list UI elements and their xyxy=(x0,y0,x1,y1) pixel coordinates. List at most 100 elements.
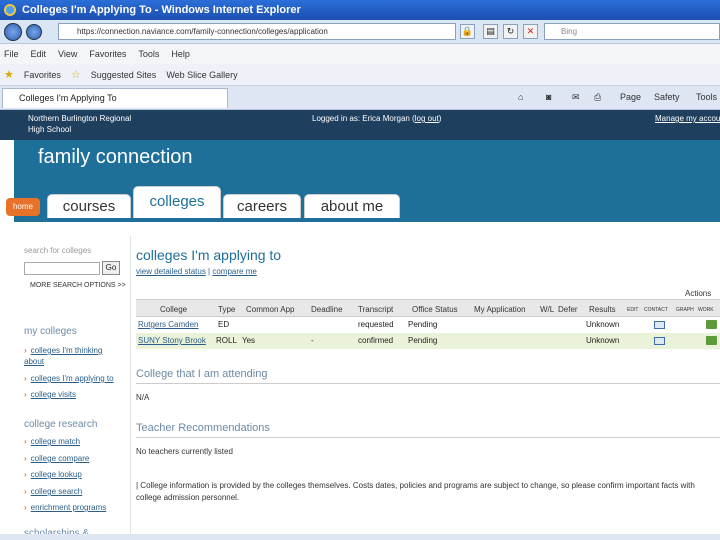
favorites-star-icon: ★ xyxy=(4,69,14,81)
cell-type: ROLL xyxy=(216,336,237,345)
add-favorite-icon[interactable]: ☆ xyxy=(71,68,81,81)
go-button[interactable]: Go xyxy=(102,261,120,275)
college-research-heading: college research xyxy=(24,419,98,430)
menu-file[interactable]: File xyxy=(4,49,19,59)
menu-favorites[interactable]: Favorites xyxy=(89,49,126,59)
tab-careers[interactable]: careers xyxy=(223,194,301,218)
col-work: WORK xyxy=(698,307,714,313)
college-search-input[interactable] xyxy=(24,262,100,275)
edit-work-icon[interactable] xyxy=(706,336,717,345)
col-transcript[interactable]: Transcript xyxy=(358,305,393,314)
table-row: SUNY Stony Brook ROLL Yes - confirmed Pe… xyxy=(136,333,720,349)
my-colleges-heading: my colleges xyxy=(24,326,77,337)
safety-menu[interactable]: Safety xyxy=(654,92,680,102)
print-icon[interactable]: ⎙ xyxy=(594,92,601,103)
disclaimer-text: | College information is provided by the… xyxy=(136,481,695,502)
table-row: Rutgers Camden ED requested Pending Unkn… xyxy=(136,317,720,333)
tools-menu[interactable]: Tools xyxy=(696,92,717,102)
compare-me-link[interactable]: compare me xyxy=(212,267,256,276)
manage-account-link[interactable]: Manage my account xyxy=(655,114,720,123)
cell-results: Unknown xyxy=(586,320,620,329)
logout-link[interactable]: log out xyxy=(415,114,439,123)
fav-web-slice-gallery[interactable]: Web Slice Gallery xyxy=(166,70,237,80)
college-link[interactable]: SUNY Stony Brook xyxy=(138,336,206,345)
favorites-button[interactable]: Favorites xyxy=(24,70,61,80)
menu-tools[interactable]: Tools xyxy=(138,49,159,59)
logged-in-text: Logged in as: Erica Morgan (log out) xyxy=(312,114,442,123)
search-input[interactable]: Bing xyxy=(544,23,720,40)
menu-help[interactable]: Help xyxy=(171,49,190,59)
page-title: colleges I'm applying to xyxy=(136,247,282,263)
cell-office-status: Pending xyxy=(408,336,438,345)
sidebar-item-applying-to[interactable]: colleges I'm applying to xyxy=(24,374,114,383)
more-search-options-link[interactable]: MORE SEARCH OPTIONS >> xyxy=(30,282,126,289)
col-edit: EDIT xyxy=(627,307,639,313)
feeds-icon[interactable]: ◙ xyxy=(546,92,551,102)
nav-home-button[interactable]: home xyxy=(6,198,40,216)
col-type[interactable]: Type xyxy=(218,305,235,314)
mail-icon[interactable]: ✉ xyxy=(572,92,580,103)
cell-type: ED xyxy=(218,320,230,329)
school-name-line2: High School xyxy=(28,125,72,134)
tab-colleges[interactable]: colleges xyxy=(133,186,221,218)
sidebar-item-college-lookup[interactable]: college lookup xyxy=(24,470,82,479)
divider xyxy=(136,383,720,384)
col-college[interactable]: College xyxy=(160,305,187,314)
sidebar-item-college-match[interactable]: college match xyxy=(24,437,80,446)
col-common-app[interactable]: Common App xyxy=(246,305,294,314)
search-colleges-label: search for colleges xyxy=(24,246,92,255)
col-my-application[interactable]: My Application xyxy=(474,305,526,314)
menu-view[interactable]: View xyxy=(58,49,77,59)
browser-tab[interactable]: Colleges I'm Applying To xyxy=(2,88,228,108)
compatibility-icon[interactable]: ▤ xyxy=(483,24,498,39)
contact-envelope-icon[interactable] xyxy=(654,321,665,329)
sidebar-item-college-visits[interactable]: college visits xyxy=(24,390,76,399)
lock-icon[interactable]: 🔒 xyxy=(460,24,475,39)
cell-results: Unknown xyxy=(586,336,620,345)
cell-office-status: Pending xyxy=(408,320,438,329)
sidebar-divider xyxy=(130,236,131,534)
edit-work-icon[interactable] xyxy=(706,320,717,329)
address-bar[interactable]: https://connection.naviance.com/family-c… xyxy=(58,23,456,40)
col-wl[interactable]: W/L xyxy=(540,305,554,314)
col-contact: CONTACT xyxy=(644,307,668,313)
col-deadline[interactable]: Deadline xyxy=(311,305,343,314)
col-results[interactable]: Results xyxy=(589,305,616,314)
cell-deadline: - xyxy=(311,336,314,345)
tab-about-me[interactable]: about me xyxy=(304,194,400,218)
home-icon[interactable]: ⌂ xyxy=(518,92,523,102)
address-toolbar: https://connection.naviance.com/family-c… xyxy=(0,20,720,44)
sub-links: view detailed status | compare me xyxy=(136,267,257,276)
applications-table-header: College Type Common App Deadline Transcr… xyxy=(136,299,720,317)
ie-logo-icon xyxy=(4,4,16,16)
brand-title: family connection xyxy=(38,146,193,168)
status-bar xyxy=(0,534,720,540)
sidebar-item-enrichment-programs[interactable]: enrichment programs xyxy=(24,503,107,512)
nav-underline xyxy=(14,218,720,222)
col-graph: GRAPH xyxy=(676,307,694,313)
view-detailed-status-link[interactable]: view detailed status xyxy=(136,267,206,276)
sidebar-item-college-search[interactable]: college search xyxy=(24,487,83,496)
refresh-icon[interactable]: ↻ xyxy=(503,24,518,39)
back-icon[interactable] xyxy=(4,23,22,41)
site-header: Northern Burlington Regional High School… xyxy=(0,110,720,140)
cell-transcript: requested xyxy=(358,320,394,329)
col-office-status[interactable]: Office Status xyxy=(412,305,458,314)
forward-icon[interactable] xyxy=(26,24,42,40)
contact-envelope-icon[interactable] xyxy=(654,337,665,345)
attending-heading: College that I am attending xyxy=(136,368,268,380)
school-name-line1: Northern Burlington Regional xyxy=(28,114,132,123)
page-menu[interactable]: Page xyxy=(620,92,641,102)
stop-icon[interactable]: ✕ xyxy=(523,24,538,39)
tab-courses[interactable]: courses xyxy=(47,194,131,218)
sidebar-item-thinking-about[interactable]: colleges I'm thinking about xyxy=(24,345,120,367)
attending-value: N/A xyxy=(136,393,150,402)
sidebar-item-college-compare[interactable]: college compare xyxy=(24,454,90,463)
tab-row: Colleges I'm Applying To ⌂ ◙ ✉ ⎙ Page Sa… xyxy=(0,86,720,110)
menu-edit[interactable]: Edit xyxy=(31,49,47,59)
col-defer[interactable]: Defer xyxy=(558,305,578,314)
college-link[interactable]: Rutgers Camden xyxy=(138,320,198,329)
cell-common-app: Yes xyxy=(242,336,256,345)
fav-suggested-sites[interactable]: Suggested Sites xyxy=(91,70,157,80)
recommendations-heading: Teacher Recommendations xyxy=(136,422,270,434)
